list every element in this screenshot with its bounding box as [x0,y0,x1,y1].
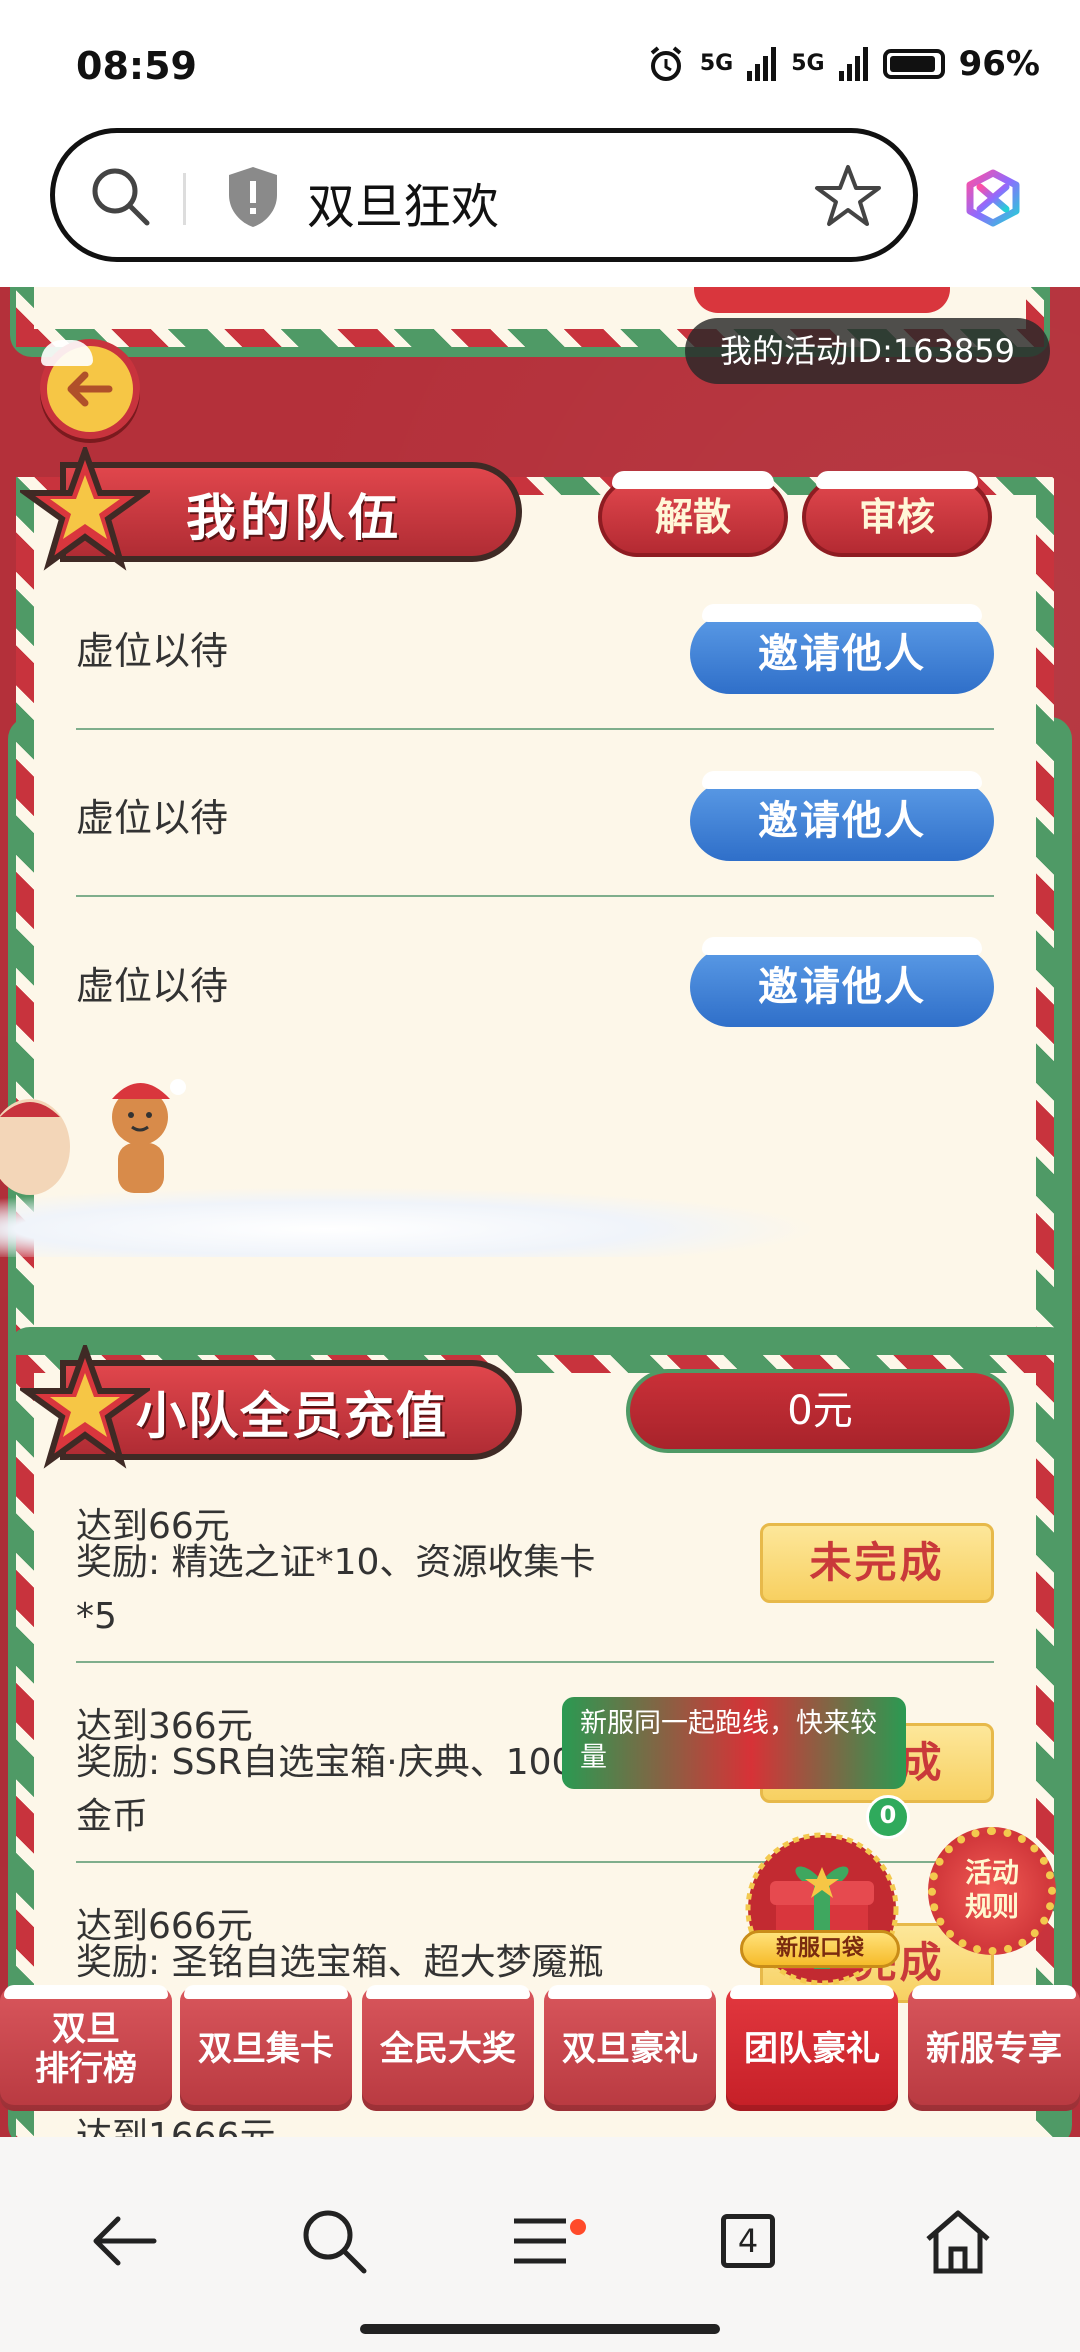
invite-button[interactable]: 邀请他人 [690,604,994,694]
tab-ranking[interactable]: 双旦 排行榜 [0,1985,172,2111]
tab-card-collection[interactable]: 双旦集卡 [180,1985,352,2111]
notification-dot [570,2219,586,2235]
recharge-amount: 0元 [626,1369,1014,1453]
tier-target: 达到366元 [76,1706,253,1747]
tab-label: 双旦豪礼 [562,2029,698,2069]
divider [76,728,994,730]
tab-label: 双旦集卡 [198,2029,334,2069]
join-team-button[interactable] [694,287,950,313]
network-type-2: 5G [791,51,825,76]
tab-luxury-gift[interactable]: 双旦豪礼 [544,1985,716,2111]
network-type-1: 5G [699,51,734,76]
gift-label[interactable]: 新服口袋 [740,1930,900,1968]
invite-button[interactable]: 邀请他人 [690,937,994,1027]
tier-reward: 奖励: 精选之证*10、资源收集卡 [76,1542,596,1583]
dissolve-button[interactable]: 解散 [598,471,788,557]
back-arrow-icon[interactable] [84,2201,164,2281]
home-icon[interactable] [918,2201,998,2281]
tier-reward-cont: *5 [76,1596,117,1637]
tab-new-server[interactable]: 新服专享 [908,1985,1080,2111]
star-badge-icon [20,447,150,571]
divider [76,1661,994,1663]
tier-reward: 奖励: SSR自选宝箱·庆典、100 [76,1742,575,1783]
invite-button[interactable]: 邀请他人 [690,771,994,861]
tier-target: 达到66元 [76,1506,230,1547]
my-team-title: 我的队伍 [186,489,402,547]
toast-message: 新服同一起跑线，快来较量 [562,1697,906,1789]
tier-target: 达到666元 [76,1906,253,1947]
tab-grand-prize[interactable]: 全民大奖 [362,1985,534,2111]
menu-icon[interactable] [500,2201,580,2281]
signal-icon [747,47,777,81]
tab-team-gift[interactable]: 团队豪礼 [726,1985,898,2111]
activity-rules-button[interactable]: 活动 规则 [928,1827,1056,1955]
battery-percent: 96% [958,44,1040,84]
signal-icon-2 [838,47,868,81]
tab-label: 全民大奖 [380,2029,516,2069]
team-recharge-title: 小队全员充值 [136,1387,448,1445]
search-text[interactable]: 双旦狂欢 [307,167,499,237]
activity-tabs: 双旦 排行榜 双旦集卡 全民大奖 双旦豪礼 团队豪礼 新服专享 [0,1985,1080,2117]
tier-reward: 奖励: 圣铭自选宝箱、超大梦魇瓶 [76,1942,604,1983]
separator [183,173,186,225]
tab-count: 4 [721,2214,775,2268]
team-slot-label: 虚位以待 [76,964,229,1008]
home-indicator [360,2324,720,2334]
status-bar: 08:59 5G 5G 96% [0,0,1080,130]
status-icons: 5G 5G 96% [646,44,1040,84]
activity-rules-label: 活动 规则 [965,1858,1019,1923]
app-logo-icon[interactable] [960,165,1026,231]
browser-bottom-nav: 4 [0,2137,1080,2352]
tier-reward-cont: 金币 [76,1796,149,1837]
shield-icon[interactable] [225,165,281,229]
tabs-button[interactable]: 4 [708,2201,788,2281]
back-button[interactable] [40,339,140,439]
team-slot-label: 虚位以待 [76,629,229,673]
search-icon[interactable] [294,2201,374,2281]
divider [76,895,994,897]
search-icon[interactable] [85,161,155,231]
tab-label: 双旦 排行榜 [35,2009,137,2089]
team-slot-label: 虚位以待 [76,796,229,840]
game-webview: 我的活动ID:163859 我的队伍 解散 审核 虚位以待 邀请他人 虚位以待 … [0,287,1080,2137]
status-time: 08:59 [76,44,197,88]
battery-icon [882,49,945,79]
tab-label: 团队豪礼 [744,2029,880,2069]
tab-label: 新服专享 [926,2029,1062,2069]
gift-box-icon[interactable] [742,1827,902,1997]
gingerbread-ornament-icon [0,1079,186,1195]
bookmark-star-icon[interactable] [813,161,883,231]
alarm-icon [650,46,682,81]
review-button[interactable]: 审核 [802,471,992,557]
browser-search-bar[interactable]: 双旦狂欢 [50,128,918,262]
gift-count-badge: 0 [866,1795,910,1839]
arrow-left-icon [67,371,113,407]
tier-status-button[interactable]: 未完成 [760,1523,994,1603]
activity-id-label: 我的活动ID:163859 [685,318,1050,384]
star-badge-icon [20,1345,150,1469]
